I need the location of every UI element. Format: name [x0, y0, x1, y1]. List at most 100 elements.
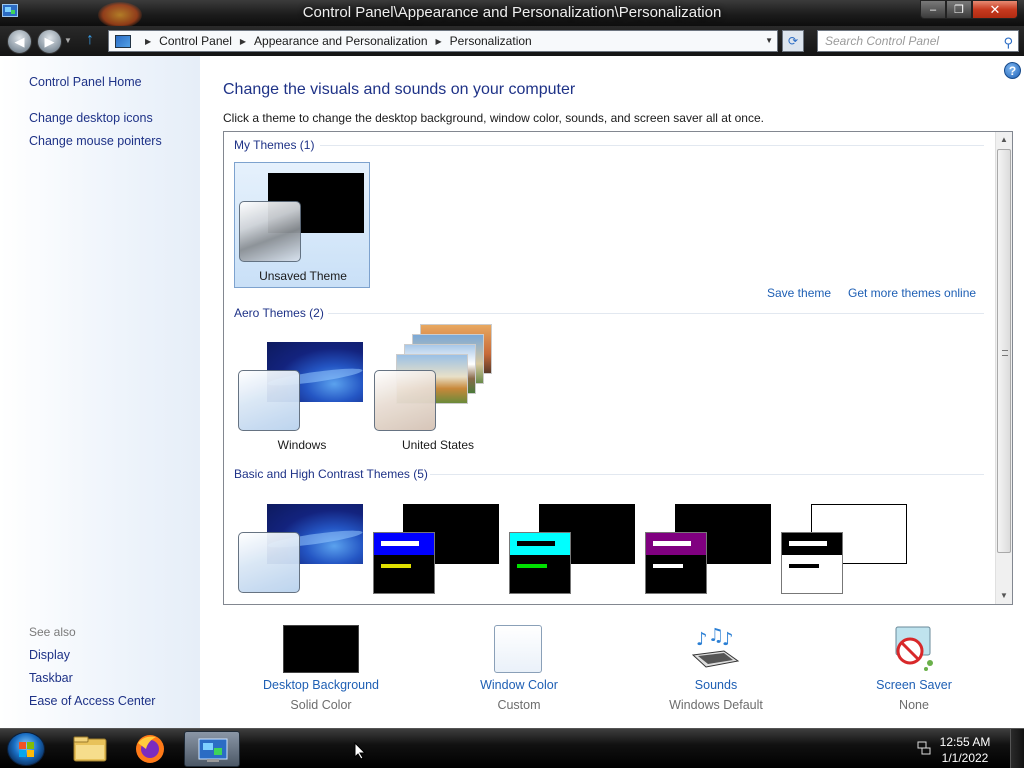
window-title: Control Panel\Appearance and Personaliza… — [302, 4, 722, 21]
theme-windows[interactable]: Windows — [234, 342, 370, 468]
setting-value: None — [899, 698, 929, 712]
clock-time: 12:55 AM — [939, 735, 991, 749]
theme-unsaved[interactable]: Unsaved Theme — [234, 162, 370, 288]
arrow-right-icon: ▶ — [44, 33, 55, 49]
forward-button[interactable]: ▶ — [37, 29, 62, 54]
scrollbar-thumb[interactable] — [997, 149, 1011, 553]
theme-high-contrast-white[interactable] — [778, 504, 914, 604]
setting-value: Custom — [497, 698, 541, 712]
back-button[interactable]: ◀ — [7, 29, 32, 54]
breadcrumb-personalization[interactable]: Personalization — [450, 34, 532, 48]
address-bar[interactable]: ▶ Control Panel ▶ Appearance and Persona… — [108, 30, 778, 52]
sounds-icon: ♪ ♫ ♪ — [690, 625, 740, 673]
ease-of-access-link[interactable]: Ease of Access Center — [29, 694, 155, 708]
mouse-cursor-icon — [354, 742, 366, 760]
see-also-label: See also — [29, 625, 76, 639]
breadcrumb-separator-icon[interactable]: ▶ — [145, 37, 151, 46]
change-mouse-pointers-link[interactable]: Change mouse pointers — [29, 134, 162, 148]
scroll-up-icon[interactable]: ▲ — [996, 132, 1012, 148]
window-color-icon — [494, 625, 542, 673]
refresh-icon: ⟳ — [787, 34, 799, 48]
recent-pages-dropdown[interactable]: ▼ — [64, 36, 72, 45]
page-title: Change the visuals and sounds on your co… — [223, 81, 576, 98]
theme-label: United States — [401, 438, 475, 452]
navigation-bar: ◀ ▶ ▼ ↑ ▶ Control Panel ▶ Appearance and… — [0, 26, 1024, 56]
show-desktop-button[interactable] — [1010, 729, 1024, 768]
taskbar-explorer[interactable] — [62, 731, 118, 767]
main-content: ? Change the visuals and sounds on your … — [200, 56, 1024, 728]
theme-window-preview — [374, 370, 436, 431]
group-my-themes[interactable]: My Themes (1) — [234, 138, 314, 152]
system-clock[interactable]: 12:55 AM 1/1/2022 — [930, 734, 1000, 766]
group-divider — [320, 145, 984, 146]
theme-window-preview — [239, 201, 301, 262]
group-divider — [328, 313, 984, 314]
theme-window-preview — [509, 532, 571, 594]
save-theme-link[interactable]: Save theme — [767, 286, 831, 300]
caption-buttons: – ❐ ✕ — [920, 0, 1018, 19]
theme-united-states[interactable]: United States — [370, 324, 506, 468]
windows-logo-icon — [19, 742, 35, 758]
theme-window-preview — [238, 532, 300, 593]
setting-name[interactable]: Window Color — [439, 678, 599, 692]
firefox-icon — [136, 735, 164, 763]
group-aero-themes[interactable]: Aero Themes (2) — [234, 306, 324, 320]
maximize-button[interactable]: ❐ — [946, 0, 972, 19]
search-input[interactable]: Search Control Panel ⚲ — [817, 30, 1019, 52]
setting-value: Windows Default — [669, 698, 763, 712]
group-basic-high-contrast[interactable]: Basic and High Contrast Themes (5) — [234, 467, 428, 481]
control-panel-icon — [115, 34, 131, 48]
minimize-button[interactable]: – — [920, 0, 946, 19]
chevron-down-icon[interactable]: ▼ — [765, 36, 773, 45]
theme-window-preview — [645, 532, 707, 594]
folder-icon — [73, 736, 107, 762]
theme-high-contrast-1[interactable] — [370, 504, 506, 604]
refresh-button[interactable]: ⟳ — [782, 30, 804, 52]
desktop-background-icon — [283, 625, 359, 673]
change-desktop-icons-link[interactable]: Change desktop icons — [29, 111, 153, 125]
breadcrumb-control-panel[interactable]: Control Panel — [159, 34, 232, 48]
taskbar-control-panel[interactable] — [184, 731, 240, 767]
theme-window-preview — [781, 532, 843, 594]
setting-name[interactable]: Desktop Background — [241, 678, 401, 692]
clock-date: 1/1/2022 — [941, 751, 989, 765]
taskbar-firefox[interactable] — [122, 731, 178, 767]
help-icon[interactable]: ? — [1004, 62, 1021, 79]
search-icon[interactable]: ⚲ — [1003, 33, 1013, 53]
breadcrumb-separator-icon[interactable]: ▶ — [436, 37, 442, 46]
breadcrumb-separator-icon[interactable]: ▶ — [240, 37, 246, 46]
gallery-scrollbar[interactable]: ▲ ▼ — [995, 132, 1012, 604]
setting-name[interactable]: Sounds — [636, 678, 796, 692]
theme-high-contrast-2[interactable] — [506, 504, 642, 604]
scroll-down-icon[interactable]: ▼ — [996, 588, 1012, 604]
arrow-left-icon: ◀ — [14, 33, 25, 49]
search-placeholder: Search Control Panel — [825, 34, 940, 48]
title-bar: Control Panel\Appearance and Personaliza… — [0, 0, 1024, 28]
control-panel-home-link[interactable]: Control Panel Home — [29, 75, 142, 89]
page-subtitle: Click a theme to change the desktop back… — [223, 111, 764, 125]
theme-label: Windows — [277, 438, 327, 452]
display-link[interactable]: Display — [29, 648, 70, 662]
close-button[interactable]: ✕ — [972, 0, 1018, 19]
setting-name[interactable]: Screen Saver — [834, 678, 994, 692]
taskbar-link[interactable]: Taskbar — [29, 671, 73, 685]
theme-gallery: My Themes (1) Unsaved Theme Save theme G… — [223, 131, 1013, 605]
theme-label: Unsaved Theme — [259, 269, 347, 283]
taskbar: 12:55 AM 1/1/2022 — [0, 728, 1024, 768]
theme-window-preview — [373, 532, 435, 594]
left-pane: Control Panel Home Change desktop icons … — [0, 56, 200, 728]
breadcrumb-appearance[interactable]: Appearance and Personalization — [254, 34, 427, 48]
theme-windows-basic[interactable] — [234, 504, 370, 604]
theme-window-preview — [238, 370, 300, 431]
svg-text:♪: ♪ — [722, 629, 734, 650]
group-divider — [430, 474, 984, 475]
theme-high-contrast-black[interactable] — [642, 504, 778, 604]
control-panel-icon — [198, 738, 228, 762]
network-icon[interactable] — [917, 741, 931, 755]
setting-value: Solid Color — [290, 698, 352, 712]
start-button[interactable] — [7, 732, 45, 766]
get-more-themes-link[interactable]: Get more themes online — [848, 286, 976, 300]
up-arrow-icon[interactable]: ↑ — [86, 31, 94, 49]
screen-saver-icon — [890, 625, 938, 673]
theme-settings-row: Desktop Background Solid Color Window Co… — [200, 621, 1024, 721]
